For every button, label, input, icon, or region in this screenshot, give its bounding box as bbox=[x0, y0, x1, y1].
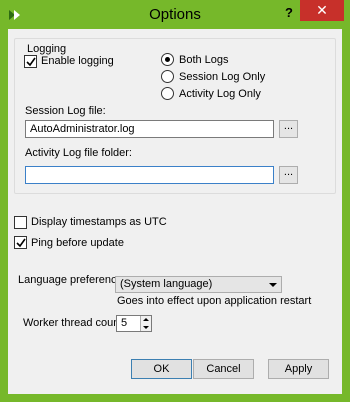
worker-thread-count-spinner[interactable]: 5 bbox=[116, 315, 152, 332]
checkmark-icon bbox=[16, 238, 26, 248]
enable-logging-checkbox[interactable] bbox=[24, 55, 37, 68]
close-button[interactable]: ✕ bbox=[300, 0, 344, 21]
spin-up-icon[interactable] bbox=[143, 318, 149, 321]
options-dialog: Options ? ✕ Logging Enable logging Both … bbox=[0, 0, 350, 402]
apply-button[interactable]: Apply bbox=[268, 359, 329, 379]
help-button[interactable]: ? bbox=[278, 3, 300, 23]
radio-session-log-only[interactable] bbox=[161, 70, 174, 83]
chevron-down-icon bbox=[269, 283, 277, 287]
radio-activity-log-only-label: Activity Log Only bbox=[179, 88, 261, 100]
session-log-file-input[interactable]: AutoAdministrator.log bbox=[25, 120, 274, 138]
ping-before-update-checkbox[interactable] bbox=[14, 236, 27, 249]
enable-logging-label: Enable logging bbox=[41, 55, 114, 67]
utc-timestamps-checkbox[interactable] bbox=[14, 216, 27, 229]
logging-group-title: Logging bbox=[25, 43, 69, 55]
radio-session-log-only-label: Session Log Only bbox=[179, 71, 266, 83]
worker-thread-count-label: Worker thread count: bbox=[23, 317, 126, 329]
dialog-client-area: Logging Enable logging Both Logs Session… bbox=[8, 29, 342, 394]
worker-thread-count-value: 5 bbox=[121, 317, 128, 329]
language-restart-note: Goes into effect upon application restar… bbox=[117, 295, 312, 307]
activity-log-folder-input[interactable] bbox=[25, 166, 274, 184]
radio-activity-log-only[interactable] bbox=[161, 87, 174, 100]
cancel-button[interactable]: Cancel bbox=[193, 359, 254, 379]
radio-both-logs-label: Both Logs bbox=[179, 54, 229, 66]
radio-selected-dot bbox=[165, 57, 170, 62]
utc-timestamps-label: Display timestamps as UTC bbox=[31, 216, 167, 228]
language-select[interactable]: (System language) bbox=[115, 276, 282, 293]
title-bar[interactable]: Options ? ✕ bbox=[0, 0, 350, 29]
logging-group: Logging Enable logging Both Logs Session… bbox=[14, 38, 336, 194]
ok-button[interactable]: OK bbox=[131, 359, 192, 379]
radio-both-logs[interactable] bbox=[161, 53, 174, 66]
language-select-value: (System language) bbox=[120, 278, 213, 290]
session-log-browse-button[interactable]: ... bbox=[279, 120, 298, 138]
checkmark-icon bbox=[26, 57, 36, 67]
session-log-file-label: Session Log file: bbox=[25, 105, 106, 117]
ping-before-update-label: Ping before update bbox=[31, 237, 124, 249]
spin-down-icon[interactable] bbox=[143, 326, 149, 329]
spinner-buttons[interactable] bbox=[140, 316, 151, 331]
language-preference-label: Language preference: bbox=[18, 274, 126, 286]
activity-log-folder-label: Activity Log file folder: bbox=[25, 147, 132, 159]
activity-log-browse-button[interactable]: ... bbox=[279, 166, 298, 184]
